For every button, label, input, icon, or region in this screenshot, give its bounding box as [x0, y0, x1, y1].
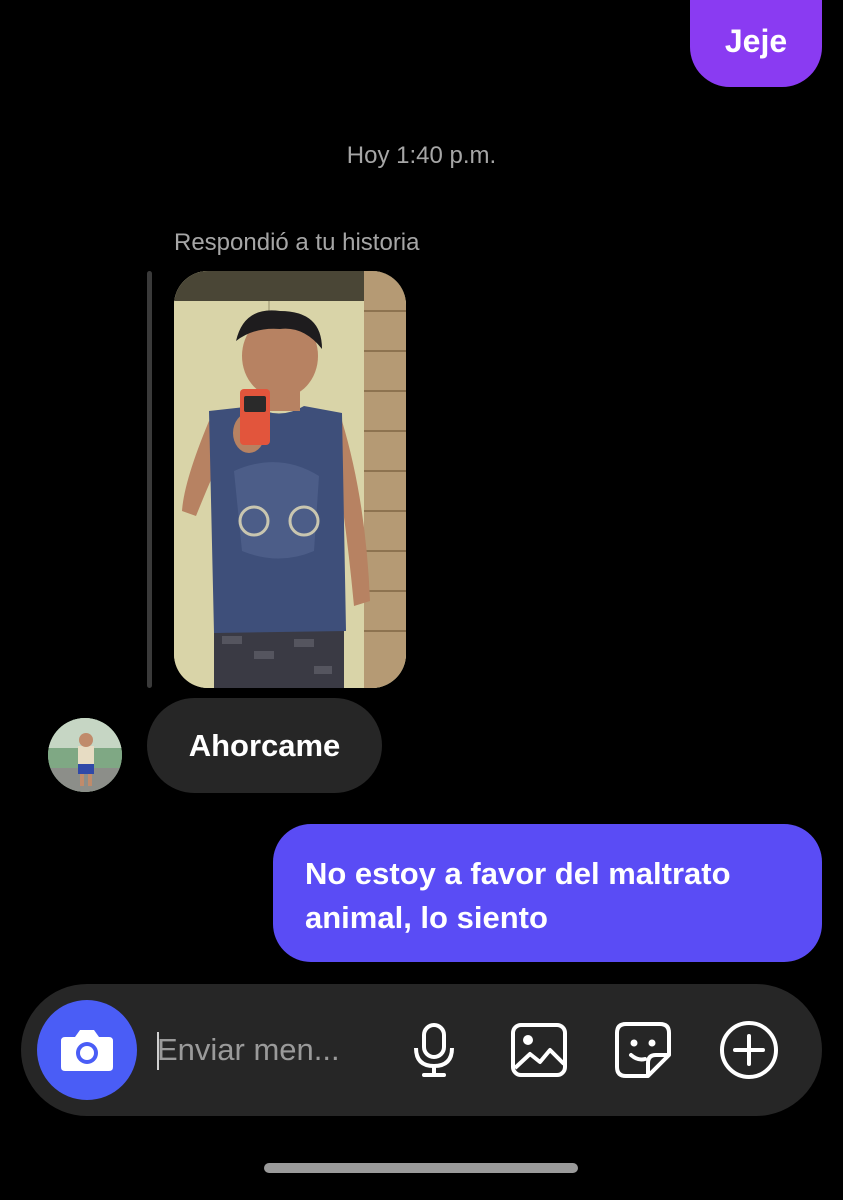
home-indicator[interactable] — [264, 1163, 578, 1173]
outgoing-message-bubble[interactable]: Jeje — [690, 0, 822, 87]
story-photo — [174, 271, 406, 688]
message-composer — [21, 984, 822, 1116]
message-text: Ahorcame — [188, 727, 341, 763]
microphone-icon — [414, 1023, 454, 1077]
contact-avatar[interactable] — [48, 718, 122, 792]
story-reply-label: Respondió a tu historia — [174, 229, 420, 256]
gallery-button[interactable] — [509, 1020, 569, 1080]
camera-icon — [61, 1030, 113, 1071]
reply-indicator-bar — [147, 271, 152, 688]
more-options-button[interactable] — [719, 1020, 779, 1080]
sticker-button[interactable] — [613, 1020, 673, 1080]
sticker-icon — [615, 1022, 671, 1078]
outgoing-message-bubble[interactable]: No estoy a favor del maltrato animal, lo… — [273, 824, 822, 962]
plus-circle-icon — [720, 1021, 778, 1079]
story-thumbnail[interactable] — [174, 271, 406, 688]
message-timestamp: Hoy 1:40 p.m. — [346, 142, 497, 169]
gallery-icon — [511, 1023, 567, 1077]
message-text: Jeje — [724, 23, 788, 59]
message-text: No estoy a favor del maltrato animal, lo… — [305, 856, 731, 935]
microphone-button[interactable] — [404, 1020, 464, 1080]
camera-button[interactable] — [37, 1000, 137, 1100]
avatar-photo — [48, 718, 122, 792]
message-input[interactable] — [157, 1020, 387, 1080]
incoming-message-bubble[interactable]: Ahorcame — [147, 698, 382, 793]
